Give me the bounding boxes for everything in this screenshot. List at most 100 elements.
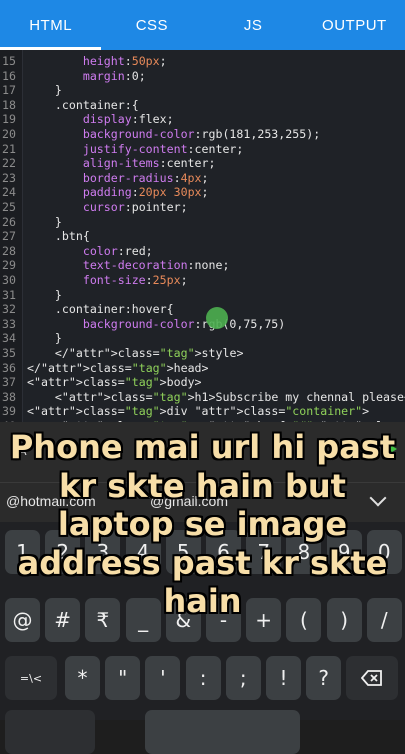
key-symbol[interactable]: * <box>65 656 100 700</box>
code-line[interactable]: 23 border-radius:4px; <box>0 171 405 186</box>
code-line[interactable]: 26 } <box>0 215 405 230</box>
backspace-key[interactable] <box>346 656 398 700</box>
line-number: 39 <box>2 404 16 419</box>
code-text: cursor:pointer; <box>82 200 188 214</box>
line-number: 25 <box>2 200 16 214</box>
symbols-toggle-key[interactable]: =\< <box>5 656 57 700</box>
line-number: 18 <box>2 97 16 112</box>
line-number: 32 <box>2 302 16 317</box>
line-number: 34 <box>2 331 16 346</box>
line-number: 22 <box>2 156 16 171</box>
code-line[interactable]: 22 align-items:center; <box>0 156 405 171</box>
code-text: height:50px; <box>82 54 167 68</box>
code-line[interactable]: 37 <"attr">class="tag">body> <box>0 375 405 390</box>
line-number: 16 <box>2 68 16 83</box>
code-line[interactable]: 32 .container:hover{ <box>0 302 405 317</box>
code-line[interactable]: 15 height:50px; <box>0 54 405 69</box>
code-text: </"attr">class="tag">head> <box>27 360 209 375</box>
code-line[interactable]: 16 margin:0; <box>0 69 405 84</box>
code-text: background-color:rgb(0,75,75) <box>82 316 286 331</box>
video-caption: Phone mai url hi past kr skte hain but lap… <box>0 428 405 621</box>
text-cursor-handle[interactable] <box>206 307 228 329</box>
code-text: } <box>27 214 62 229</box>
caption-line: laptop se image <box>57 505 348 543</box>
backspace-icon <box>361 670 382 686</box>
code-line[interactable]: 18 .container:{ <box>0 98 405 113</box>
code-text: text-decoration:none; <box>82 258 230 273</box>
code-text: font-size:25px; <box>82 273 188 287</box>
code-line[interactable]: 35 </"attr">class="tag">style> <box>0 346 405 361</box>
line-number: 17 <box>2 83 16 98</box>
line-number: 28 <box>2 243 16 258</box>
tab-html[interactable]: HTML <box>0 0 102 50</box>
code-text: justify-content:center; <box>82 141 244 156</box>
line-number: 23 <box>2 170 16 185</box>
abc-key[interactable] <box>5 710 95 754</box>
code-line[interactable]: 28 color:red; <box>0 244 405 259</box>
line-number: 26 <box>2 214 16 229</box>
key-symbol[interactable]: ! <box>266 656 301 700</box>
line-number: 29 <box>2 258 16 273</box>
code-line[interactable]: 38 <"attr">class="tag">h1>Subscribe my c… <box>0 390 405 405</box>
line-number: 15 <box>2 54 16 68</box>
code-line[interactable]: 17 } <box>0 83 405 98</box>
code-text: .container:hover{ <box>27 302 174 317</box>
code-line[interactable]: 27 .btn{ <box>0 229 405 244</box>
code-line[interactable]: 19 display:flex; <box>0 112 405 127</box>
code-line[interactable]: 39 <"attr">class="tag">div "attr">class="… <box>0 404 405 419</box>
line-number: 21 <box>2 141 16 156</box>
line-number: 38 <box>2 389 16 404</box>
code-line[interactable]: 36 </"attr">class="tag">head> <box>0 361 405 376</box>
line-number: 30 <box>2 273 16 287</box>
key-symbol[interactable]: : <box>185 656 221 700</box>
key-symbol[interactable]: ? <box>306 656 342 700</box>
code-line[interactable]: 29 text-decoration:none; <box>0 258 405 273</box>
line-number: 37 <box>2 375 16 390</box>
space-key[interactable] <box>145 710 300 754</box>
editor-tab-bar: HTML CSS JS OUTPUT <box>0 0 405 50</box>
tab-output[interactable]: OUTPUT <box>304 0 405 50</box>
code-text: display:flex; <box>82 112 174 127</box>
line-number: 35 <box>2 346 16 360</box>
code-line[interactable]: 34 } <box>0 331 405 346</box>
line-number: 20 <box>2 127 16 141</box>
code-text: .container:{ <box>27 97 139 112</box>
code-text: align-items:center; <box>82 156 216 171</box>
code-line[interactable]: 20 background-color:rgb(181,253,255); <box>0 127 405 142</box>
code-text: padding:20px 30px; <box>82 185 209 200</box>
code-text: margin:0; <box>82 68 146 83</box>
code-text: </"attr">class="tag">style> <box>27 346 244 360</box>
line-number: 31 <box>2 287 16 302</box>
key-symbol[interactable]: ' <box>145 656 181 700</box>
code-line[interactable]: 30 font-size:25px; <box>0 273 405 288</box>
code-line[interactable]: 21 justify-content:center; <box>0 142 405 157</box>
code-line[interactable]: 24 padding:20px 30px; <box>0 185 405 200</box>
caption-line: address past kr skte <box>17 543 388 582</box>
code-text: <"attr">class="tag">body> <box>27 375 202 390</box>
caption-line: Phone mai url hi past <box>9 428 396 466</box>
code-text: <"attr">class="tag">h1>Subscribe my chen… <box>27 389 405 404</box>
code-text: background-color:rgb(181,253,255); <box>82 127 321 141</box>
code-line[interactable]: 33 background-color:rgb(0,75,75) <box>0 317 405 332</box>
code-text: .btn{ <box>27 229 90 244</box>
code-text: color:red; <box>82 243 153 258</box>
code-editor[interactable]: 15 height:50px; 16 margin:0; 17 } 18 .conta… <box>0 50 405 422</box>
line-number: 19 <box>2 112 16 127</box>
line-number: 33 <box>2 316 16 331</box>
tab-css[interactable]: CSS <box>101 0 202 50</box>
code-text: <"attr">class="tag">div "attr">class="co… <box>27 404 370 419</box>
line-number: 24 <box>2 185 16 200</box>
line-number: 36 <box>2 360 16 375</box>
code-line[interactable]: 25 cursor:pointer; <box>0 200 405 215</box>
code-text: } <box>27 287 62 302</box>
line-number: 27 <box>2 229 16 244</box>
code-text: } <box>27 331 62 346</box>
caption-line: kr skte hain but <box>59 466 346 505</box>
code-line[interactable]: 31 } <box>0 288 405 303</box>
caption-line: hain <box>163 582 242 620</box>
key-symbol[interactable]: " <box>105 656 141 700</box>
key-symbol[interactable]: ; <box>225 656 261 700</box>
code-text: } <box>27 83 62 98</box>
code-text: border-radius:4px; <box>82 170 209 185</box>
tab-js[interactable]: JS <box>203 0 304 50</box>
